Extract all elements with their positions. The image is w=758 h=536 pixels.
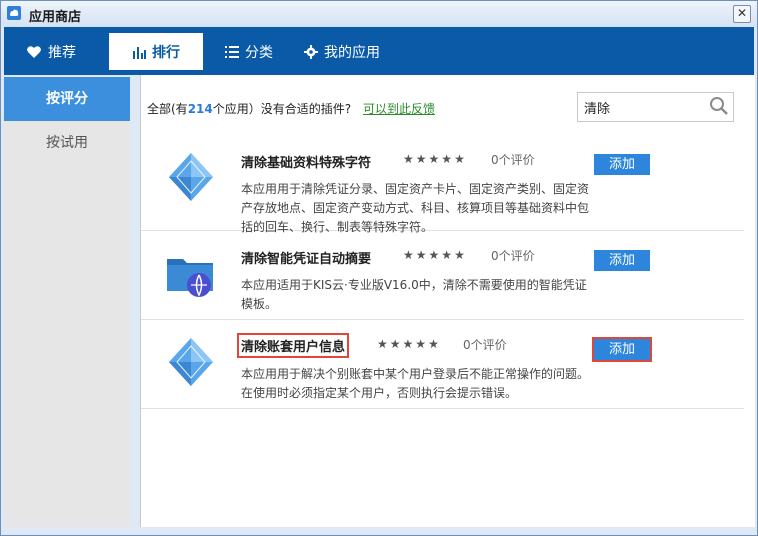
sidebar-item-by-rating[interactable]: 按评分: [4, 77, 130, 121]
search-icon[interactable]: [709, 96, 729, 119]
rating-stars: ★ ★ ★ ★ ★: [403, 248, 465, 262]
summary-prefix: 全部(有: [147, 102, 188, 116]
window-title: 应用商店: [29, 10, 82, 25]
app-store-icon: [7, 6, 21, 20]
sort-sidebar: 按评分 按试用: [4, 75, 130, 527]
close-button[interactable]: ✕: [733, 5, 751, 23]
app-store-window: 应用商店 ✕ 推荐 排行 分类 我的应用 按评分 按试用 全部(有214个应用）…: [0, 0, 758, 536]
app-name[interactable]: 清除账套用户信息: [237, 333, 350, 358]
rating-stars: ★ ★ ★ ★ ★: [377, 337, 439, 351]
summary-suffix: 个应用）没有合适的插件?: [212, 102, 352, 116]
tab-my-apps[interactable]: 我的应用: [304, 33, 380, 70]
app-name[interactable]: 清除智能凭证自动摘要: [241, 248, 371, 267]
add-button[interactable]: 添加: [592, 337, 652, 362]
review-count: 0个评价: [491, 249, 535, 263]
app-description: 本应用适用于KIS云·专业版V16.0中，清除不需要使用的智能凭证模板。: [241, 278, 587, 311]
app-count: 214: [187, 102, 213, 116]
review-count: 0个评价: [463, 338, 507, 352]
diamond-icon: [165, 336, 217, 388]
tab-category-label: 分类: [245, 44, 273, 61]
app-list-panel: 全部(有214个应用）没有合适的插件? 可以到此反馈 清除基础资料特殊字符 ★★: [140, 75, 755, 527]
app-list-item: 清除账套用户信息 ★ ★ ★ ★ ★ 0个评价 添加 本应用用于解决个别账套中某个用户登…: [141, 320, 744, 409]
gear-icon: [304, 44, 318, 59]
tab-ranking[interactable]: 排行: [109, 33, 203, 70]
list-icon: [225, 45, 239, 59]
tab-recommend[interactable]: 推荐: [26, 33, 76, 70]
feedback-link[interactable]: 可以到此反馈: [363, 102, 435, 116]
search-input[interactable]: [582, 96, 704, 118]
app-list-item: 清除智能凭证自动摘要 ★ ★ ★ ★ ★ 0个评价 添加 本应用适用于KIS云·专业版V…: [141, 231, 744, 320]
app-description: 本应用用于解决个别账套中某个用户登录后不能正常操作的问题。在使用时必须指定某个用…: [241, 367, 590, 400]
rating-stars: ★ ★ ★ ★ ★: [403, 152, 465, 166]
tab-category[interactable]: 分类: [225, 33, 273, 70]
app-description: 本应用用于清除凭证分录、固定资产卡片、固定资产类别、固定资产存放地点、固定资产变…: [241, 182, 590, 234]
tab-my-apps-label: 我的应用: [324, 44, 380, 61]
search-box: [577, 92, 734, 122]
app-list-item: 清除基础资料特殊字符 ★ ★ ★ ★ ★ 0个评价 添加 本应用用于清除凭证分录、固定资…: [141, 135, 744, 234]
folder-icon: [165, 247, 217, 299]
tab-recommend-label: 推荐: [48, 44, 76, 61]
top-navigation: 推荐 排行 分类 我的应用: [4, 27, 754, 75]
app-name[interactable]: 清除基础资料特殊字符: [241, 152, 371, 171]
diamond-icon: [165, 151, 217, 203]
add-button[interactable]: 添加: [594, 154, 650, 175]
summary-line: 全部(有214个应用）没有合适的插件? 可以到此反馈: [147, 100, 435, 117]
add-button[interactable]: 添加: [594, 250, 650, 271]
sidebar-item-by-trial[interactable]: 按试用: [4, 121, 130, 165]
heart-icon: [26, 45, 42, 59]
review-count: 0个评价: [491, 153, 535, 167]
bar-chart-icon: [132, 45, 146, 59]
title-bar: 应用商店 ✕: [1, 1, 757, 27]
tab-ranking-label: 排行: [152, 44, 180, 61]
